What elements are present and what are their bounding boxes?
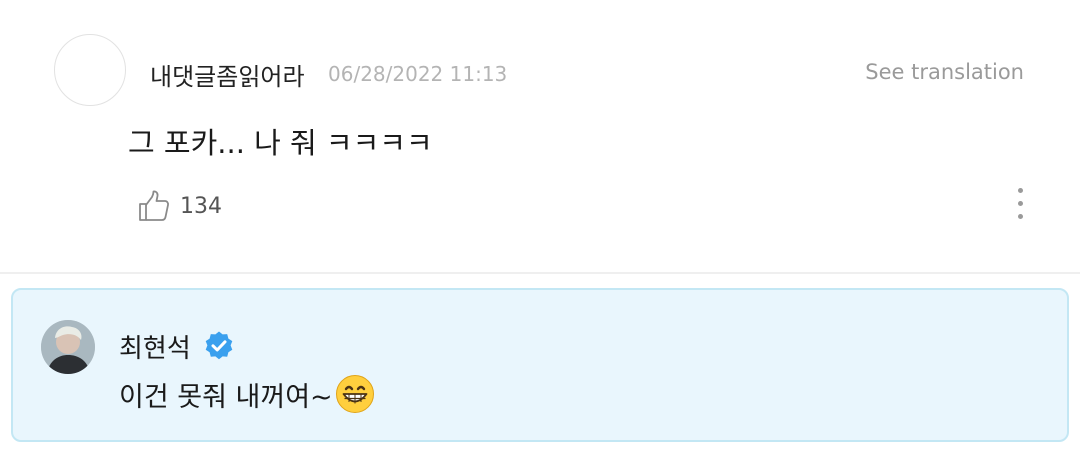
grinning-face-emoji-icon	[335, 375, 374, 413]
like-button[interactable]: 134	[136, 186, 222, 226]
more-dot-icon	[1018, 201, 1023, 206]
comment-text: 그 포카... 나 줘 ㅋㅋㅋㅋ	[128, 126, 433, 160]
comment-timestamp: 06/28/2022 11:13	[328, 62, 508, 86]
commenter-avatar[interactable]	[54, 34, 126, 106]
more-options-button[interactable]	[1006, 186, 1036, 224]
comment-divider	[0, 272, 1080, 274]
commenter-username[interactable]: 내댓글좀읽어라	[150, 57, 305, 92]
thumbs-up-icon	[139, 190, 169, 221]
verified-badge-icon	[205, 331, 233, 360]
artist-name[interactable]: 최현석	[119, 328, 191, 365]
artist-avatar[interactable]	[41, 320, 95, 374]
artist-reply: 최현석 이건 못줘 내꺼여~	[11, 288, 1069, 442]
comment-item: 내댓글좀읽어라 06/28/2022 11:13 See translation…	[0, 0, 1080, 272]
see-translation-link[interactable]: See translation	[865, 60, 1024, 84]
more-dot-icon	[1018, 188, 1023, 193]
reply-text-row: 이건 못줘 내꺼여~	[119, 374, 375, 414]
more-dot-icon	[1018, 214, 1023, 219]
like-count: 134	[180, 193, 222, 219]
reply-text: 이건 못줘 내꺼여~	[119, 381, 333, 413]
